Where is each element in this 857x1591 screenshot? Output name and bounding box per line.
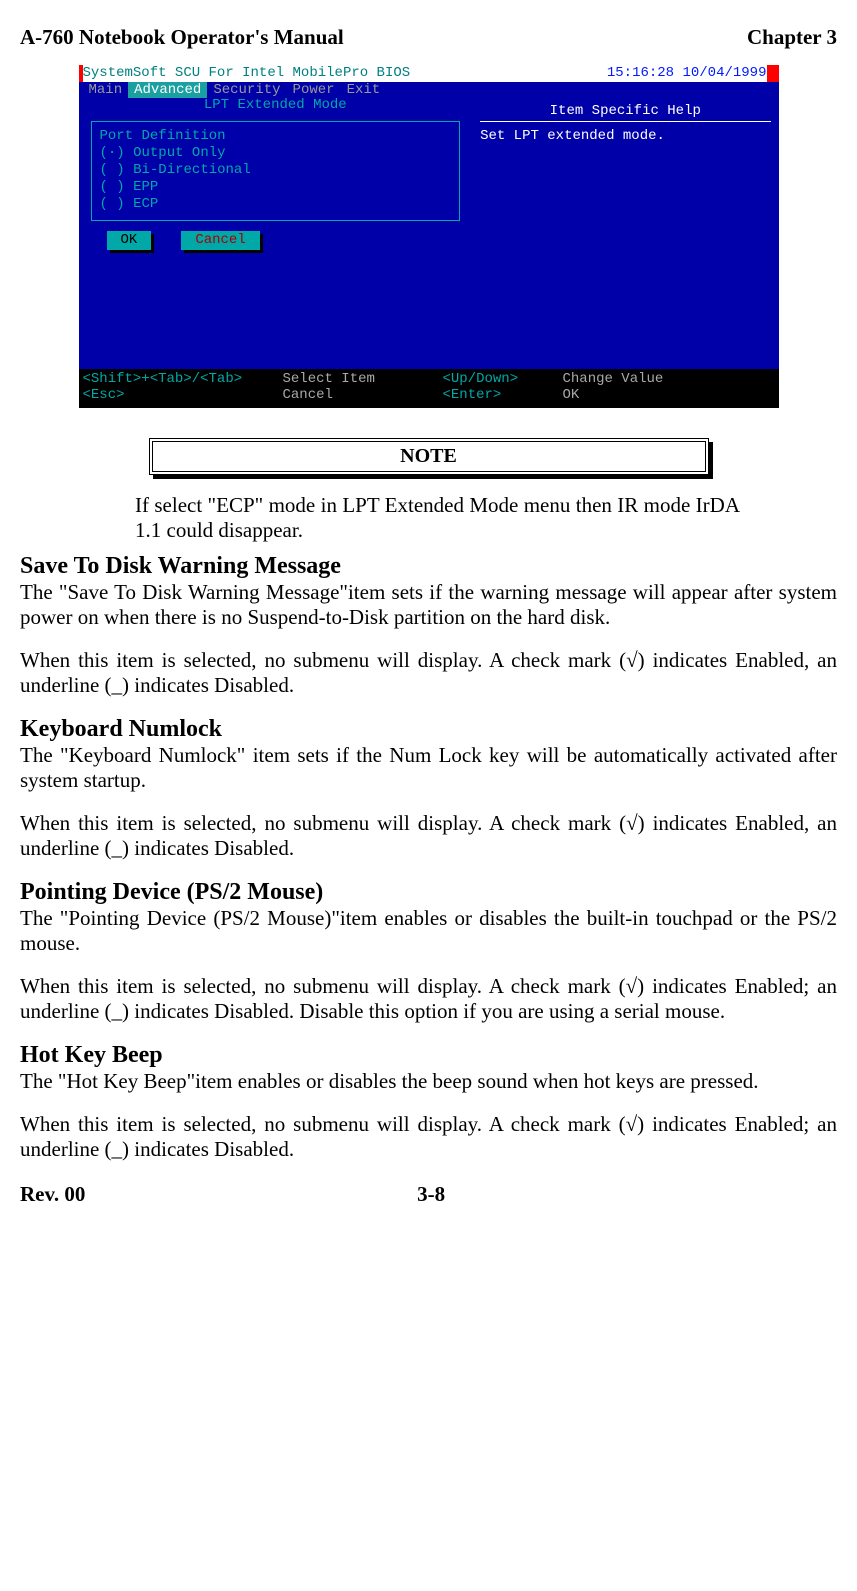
option-ecp[interactable]: ( ) ECP (100, 196, 452, 213)
key-hint-enter: <Enter> (443, 387, 563, 404)
menu-main[interactable]: Main (83, 82, 129, 98)
bios-screenshot: SystemSoft SCU For Intel MobilePro BIOS … (79, 65, 779, 408)
page-header: A-760 Notebook Operator's Manual Chapter… (20, 25, 837, 50)
menu-advanced[interactable]: Advanced (128, 82, 207, 98)
bios-help-panel: Item Specific Help Set LPT extended mode… (472, 99, 778, 369)
paragraph: When this item is selected, no submenu w… (20, 1112, 837, 1162)
key-hint-cancel: Cancel (283, 387, 443, 404)
menu-security[interactable]: Security (207, 82, 286, 98)
ok-button[interactable]: OK (107, 231, 152, 250)
heading-save-to-disk: Save To Disk Warning Message (20, 553, 837, 580)
note-box: NOTE (149, 438, 709, 475)
option-epp[interactable]: ( ) EPP (100, 179, 452, 196)
heading-pointing-device: Pointing Device (PS/2 Mouse) (20, 879, 837, 906)
option-bidirectional[interactable]: ( ) Bi-Directional (100, 162, 452, 179)
menu-power[interactable]: Power (287, 82, 341, 98)
spacer (777, 1182, 837, 1207)
paragraph: The "Keyboard Numlock" item sets if the … (20, 743, 837, 793)
paragraph: The "Pointing Device (PS/2 Mouse)"item e… (20, 906, 837, 956)
bios-title: SystemSoft SCU For Intel MobilePro BIOS (83, 65, 607, 82)
decoration (767, 65, 775, 82)
paragraph: When this item is selected, no submenu w… (20, 974, 837, 1024)
help-text: Set LPT extended mode. (480, 128, 770, 145)
port-definition-box: Port Definition (·) Output Only ( ) Bi-D… (91, 121, 461, 221)
option-output-only[interactable]: (·) Output Only (100, 145, 452, 162)
divider (480, 121, 770, 122)
page-footer: Rev. 00 3-8 (20, 1182, 837, 1207)
page-number: 3-8 (417, 1182, 445, 1207)
key-hint-esc: <Esc> (83, 387, 283, 404)
key-hint-updown: <Up/Down> (443, 371, 563, 388)
dialog-title: LPT Extended Mode (87, 97, 465, 114)
note-label: NOTE (400, 445, 457, 467)
key-hint-change: Change Value (563, 371, 664, 388)
key-hint-tab: <Shift>+<Tab>/<Tab> (83, 371, 283, 388)
bios-titlebar: SystemSoft SCU For Intel MobilePro BIOS … (79, 65, 779, 82)
menu-exit[interactable]: Exit (341, 82, 387, 98)
port-def-label: Port Definition (100, 128, 452, 145)
note-text: If select "ECP" mode in LPT Extended Mod… (135, 493, 740, 543)
bios-dialog-panel: LPT Extended Mode Port Definition (·) Ou… (79, 99, 473, 369)
manual-title: A-760 Notebook Operator's Manual (20, 25, 344, 50)
chapter: Chapter 3 (747, 25, 837, 50)
heading-hot-key-beep: Hot Key Beep (20, 1042, 837, 1069)
key-hint-select: Select Item (283, 371, 443, 388)
cancel-button[interactable]: Cancel (181, 231, 259, 250)
bios-footer: <Shift>+<Tab>/<Tab> Select Item <Up/Down… (79, 369, 779, 409)
key-hint-ok: OK (563, 387, 580, 404)
heading-keyboard-numlock: Keyboard Numlock (20, 716, 837, 743)
revision: Rev. 00 (20, 1182, 85, 1207)
paragraph: When this item is selected, no submenu w… (20, 811, 837, 861)
help-title: Item Specific Help (480, 103, 770, 120)
paragraph: The "Hot Key Beep"item enables or disabl… (20, 1069, 837, 1094)
paragraph: When this item is selected, no submenu w… (20, 648, 837, 698)
paragraph: The "Save To Disk Warning Message"item s… (20, 580, 837, 630)
bios-clock: 15:16:28 10/04/1999 (607, 65, 767, 82)
